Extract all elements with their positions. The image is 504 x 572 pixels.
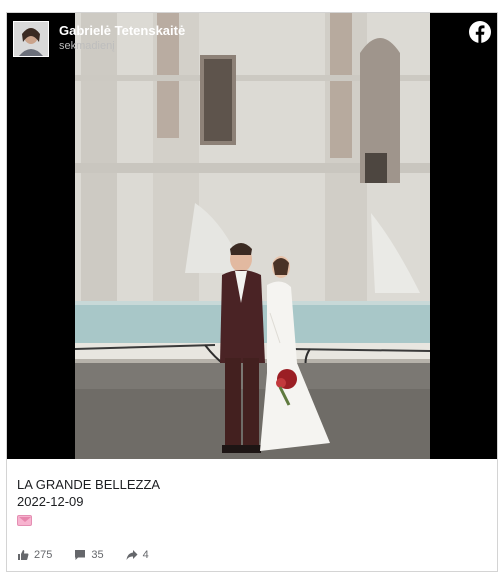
author-avatar[interactable]: [13, 21, 49, 57]
caption-date: 2022-12-09: [17, 494, 84, 509]
author-name[interactable]: Gabrielė Tetenskaitė: [59, 23, 185, 39]
post-stats: 275 35 4: [17, 549, 171, 561]
likes-count: 275: [34, 549, 53, 561]
comments-stat[interactable]: 35: [74, 549, 104, 561]
likes-stat[interactable]: 275: [17, 549, 52, 561]
comment-icon: [75, 550, 86, 560]
post-caption: LA GRANDE BELLEZZA 2022-12-09: [17, 476, 160, 526]
share-icon: [126, 550, 138, 560]
facebook-icon[interactable]: [469, 21, 491, 43]
like-icon: [18, 550, 29, 560]
wedding-photo[interactable]: [75, 13, 430, 459]
facebook-post-embed: Gabrielė Tetenskaitė sekmadienį LA GRAND…: [6, 12, 498, 572]
caption-title: LA GRANDE BELLEZZA: [17, 477, 161, 492]
post-media[interactable]: Gabrielė Tetenskaitė sekmadienį: [7, 13, 497, 459]
post-date[interactable]: sekmadienį: [59, 39, 185, 54]
post-header: Gabrielė Tetenskaitė sekmadienį: [13, 21, 185, 61]
envelope-heart-emoji-icon: [17, 515, 32, 526]
comments-count: 35: [91, 549, 104, 561]
shares-count: 4: [142, 549, 149, 561]
shares-stat[interactable]: 4: [126, 549, 149, 561]
